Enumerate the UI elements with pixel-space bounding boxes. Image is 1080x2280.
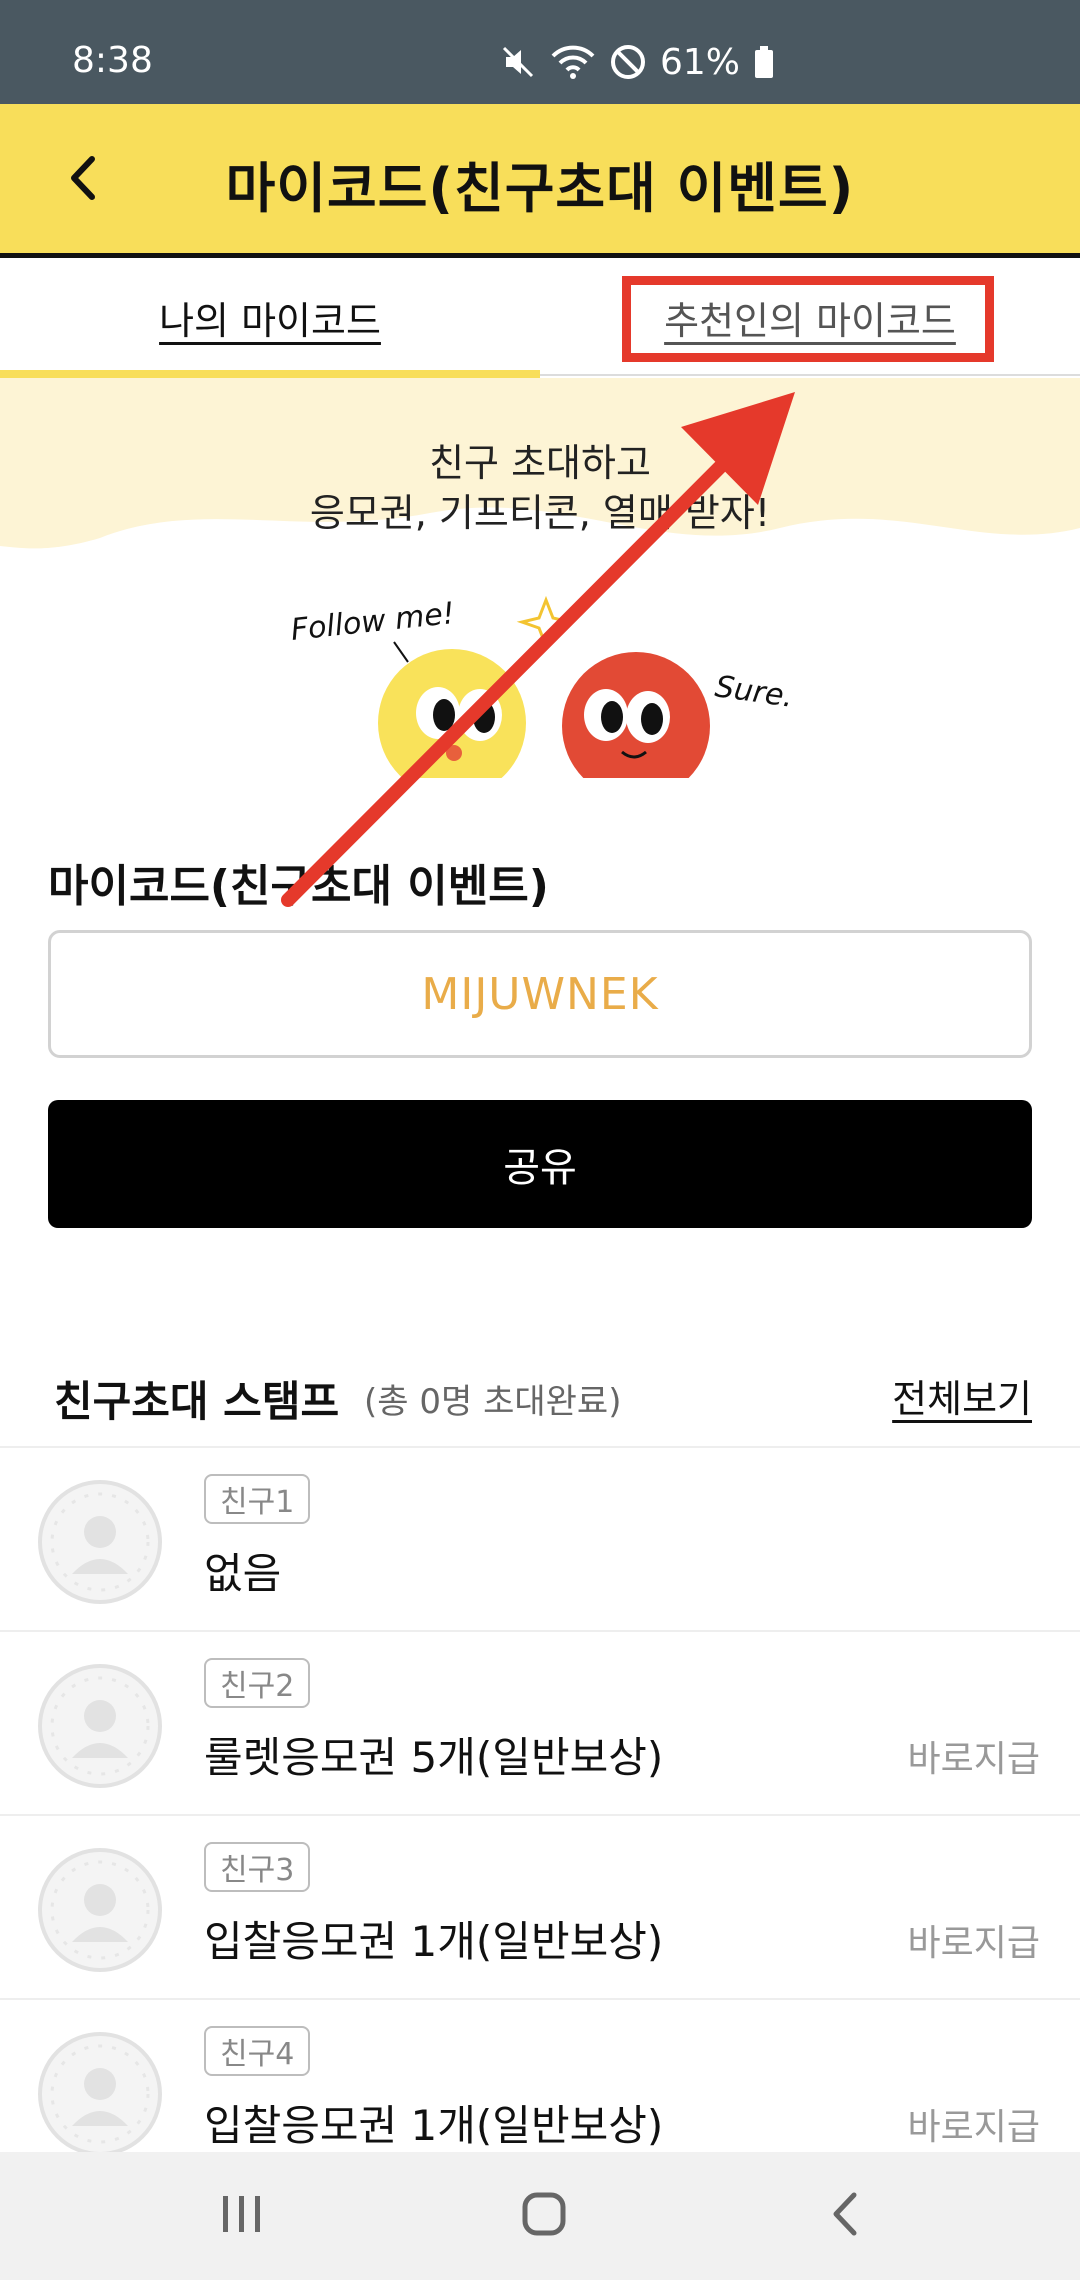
stamp-section-header: 친구초대 스탬프 (총 0명 초대완료) 전체보기: [0, 1344, 1080, 1448]
share-button-label: 공유: [503, 1145, 577, 1191]
avatar-placeholder-icon: [38, 1848, 162, 1972]
back-button[interactable]: [44, 140, 124, 220]
character-illustration: Follow me! Sure.: [289, 595, 795, 778]
code-section-label: 마이코드(친구초대 이벤트): [48, 861, 549, 912]
tab-bar: 나의 마이코드 추천인의 마이코드: [0, 258, 1080, 378]
mute-icon: [498, 42, 538, 82]
status-time: 8:38: [72, 40, 153, 81]
battery-icon: [752, 42, 776, 82]
recents-button[interactable]: [192, 2176, 292, 2256]
friend-reward: 입찰응모권 1개(일반보상): [204, 1917, 664, 1966]
avatar-placeholder-icon: [38, 1480, 162, 1604]
friend-status: 바로지급: [907, 1739, 1040, 1780]
tab-my-code[interactable]: 나의 마이코드: [0, 258, 540, 378]
wifi-icon: [550, 42, 596, 82]
friend-status: 바로지급: [907, 2107, 1040, 2148]
do-not-disturb-icon: [608, 42, 648, 82]
friend-row-3: 친구3 입찰응모권 1개(일반보상) 바로지급: [0, 1816, 1080, 2000]
status-bar: 8:38 61%: [0, 0, 1080, 104]
friend-badge: 친구1: [204, 1474, 311, 1524]
friend-reward: 룰렛응모권 5개(일반보상): [204, 1733, 664, 1782]
back-icon: [826, 2189, 866, 2243]
sparkle-icon: [516, 595, 576, 651]
tab-referrer-code[interactable]: 추천인의 마이코드: [540, 258, 1080, 376]
sure-text: Sure.: [713, 669, 795, 715]
home-icon: [519, 2189, 569, 2243]
avatar-placeholder-icon: [38, 1664, 162, 1788]
red-character: [562, 652, 710, 778]
friend-row-1: 친구1 없음: [0, 1448, 1080, 1632]
home-button[interactable]: [494, 2176, 594, 2256]
page-title: 마이코드(친구초대 이벤트): [225, 157, 855, 220]
battery-percent: 61%: [660, 41, 741, 83]
invite-count: (총 0명 초대완료): [364, 1382, 622, 1422]
friend-badge: 친구4: [204, 2026, 311, 2076]
chevron-left-icon: [64, 153, 104, 207]
friend-badge: 친구2: [204, 1658, 311, 1708]
friend-status: 바로지급: [907, 1923, 1040, 1964]
my-code-field[interactable]: MIJUWNEK: [48, 930, 1032, 1058]
yellow-character: [378, 649, 526, 778]
view-all-link[interactable]: 전체보기: [892, 1368, 1032, 1423]
friend-badge: 친구3: [204, 1842, 311, 1892]
invite-banner: 친구 초대하고 응모권, 기프티콘, 열매 받자! Follow me! Sur…: [0, 378, 1080, 778]
stamp-section-title: 친구초대 스탬프: [54, 1377, 340, 1426]
follow-me-text: Follow me!: [289, 596, 456, 648]
app-header: 마이코드(친구초대 이벤트): [0, 104, 1080, 258]
status-icons: 61%: [498, 40, 776, 84]
friend-reward: 없음: [204, 1549, 282, 1598]
recents-icon: [217, 2192, 267, 2240]
friend-reward: 입찰응모권 1개(일반보상): [204, 2101, 664, 2150]
my-code-value: MIJUWNEK: [421, 968, 659, 1020]
avatar-placeholder-icon: [38, 2032, 162, 2156]
share-button[interactable]: 공유: [48, 1100, 1032, 1228]
friend-row-2: 친구2 룰렛응모권 5개(일반보상) 바로지급: [0, 1632, 1080, 1816]
system-nav-bar: [0, 2152, 1080, 2280]
system-back-button[interactable]: [796, 2176, 896, 2256]
